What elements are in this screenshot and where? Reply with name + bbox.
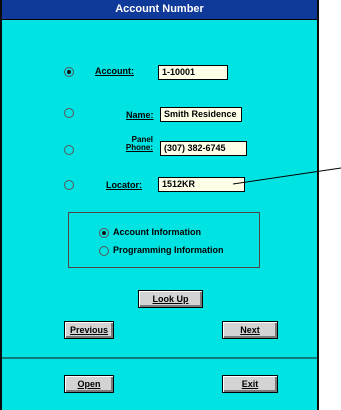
previous-button[interactable]: Previous (64, 321, 114, 339)
next-button[interactable]: Next (222, 321, 278, 339)
panel-phone-label-line2: Phone: (125, 143, 153, 152)
programming-information-label[interactable]: Programming Information (113, 245, 224, 255)
panel-phone-radio[interactable] (64, 145, 74, 155)
look-up-button[interactable]: Look Up (138, 290, 203, 308)
exit-button[interactable]: Exit (222, 375, 278, 393)
programming-information-radio[interactable] (99, 246, 109, 256)
locator-field[interactable]: 1512KR (158, 177, 245, 192)
panel-phone-field[interactable]: (307) 382-6745 (160, 141, 247, 156)
account-radio[interactable] (64, 67, 74, 77)
account-information-label[interactable]: Account Information (113, 227, 201, 237)
information-group: Account Information Programming Informat… (68, 212, 260, 268)
separator (2, 357, 317, 359)
account-number-dialog: Account Number Account: 1-10001 Name: Sm… (0, 0, 319, 410)
account-label: Account: (95, 66, 134, 76)
panel-phone-label: Panel Phone: (122, 136, 153, 152)
name-field[interactable]: Smith Residence (160, 107, 242, 122)
account-field[interactable]: 1-10001 (158, 65, 228, 80)
account-information-radio[interactable] (99, 228, 109, 238)
open-button[interactable]: Open (64, 375, 114, 393)
name-radio[interactable] (64, 108, 74, 118)
name-label: Name: (126, 110, 154, 120)
locator-radio[interactable] (64, 180, 74, 190)
locator-label: Locator: (106, 180, 142, 190)
dialog-title: Account Number (2, 0, 317, 20)
